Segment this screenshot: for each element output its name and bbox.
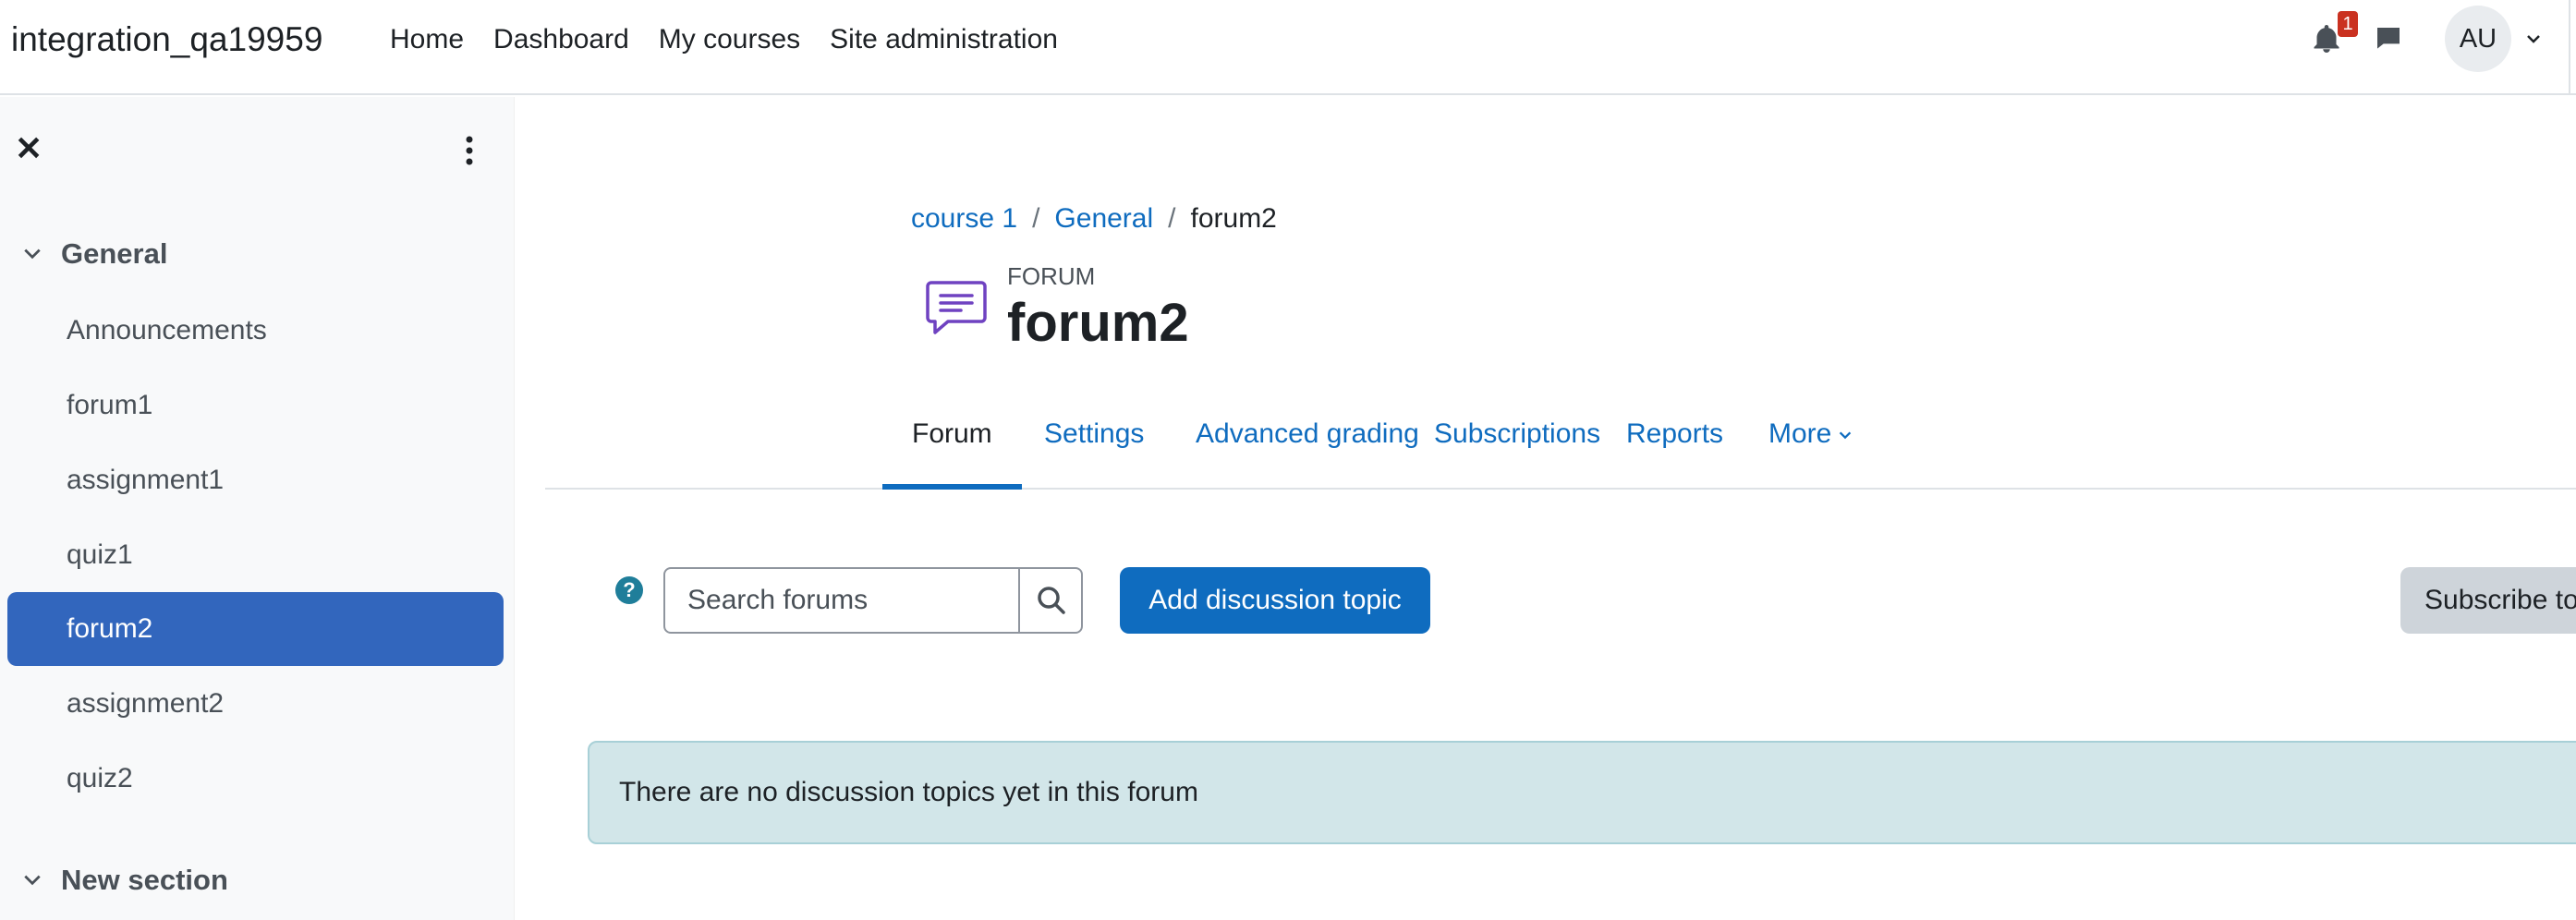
section-title: New section: [61, 864, 228, 896]
breadcrumb-section[interactable]: General: [1054, 203, 1153, 235]
section-general[interactable]: General: [22, 237, 167, 271]
drawer-item-assignment2[interactable]: assignment2: [7, 667, 504, 741]
site-name[interactable]: integration_qa19959: [11, 20, 322, 59]
drawer-item-announcements[interactable]: Announcements: [7, 294, 504, 368]
chevron-down-icon[interactable]: [2524, 30, 2543, 48]
search-icon: [1038, 587, 1065, 614]
subscribe-button[interactable]: Subscribe to forum: [2400, 567, 2576, 634]
kebab-menu-icon[interactable]: [462, 134, 477, 167]
search-forums-input[interactable]: [665, 569, 1018, 632]
breadcrumb-current: forum2: [1190, 203, 1277, 234]
add-discussion-topic-button[interactable]: Add discussion topic: [1120, 567, 1430, 634]
nav-site-administration[interactable]: Site administration: [830, 24, 1058, 55]
chevron-down-icon[interactable]: [22, 870, 43, 890]
user-avatar[interactable]: AU: [2445, 6, 2511, 72]
drawer-item-assignment1[interactable]: assignment1: [7, 443, 504, 517]
tab-settings[interactable]: Settings: [1015, 397, 1173, 490]
search-button[interactable]: [1018, 569, 1081, 632]
primary-navigation: Home Dashboard My courses Site administr…: [390, 24, 1088, 55]
search-forums-group: [663, 567, 1083, 634]
help-icon[interactable]: ?: [615, 576, 643, 604]
drawer-item-quiz1[interactable]: quiz1: [7, 518, 504, 592]
drawer-item-forum1[interactable]: forum1: [7, 369, 504, 442]
tab-more-label: More: [1768, 418, 1832, 449]
chevron-down-icon: [1840, 431, 1852, 440]
forum-icon: [926, 281, 987, 334]
top-navbar: integration_qa19959 Home Dashboard My co…: [0, 0, 2576, 95]
drawer-item-quiz2[interactable]: quiz2: [7, 742, 504, 816]
tab-forum[interactable]: Forum: [882, 397, 1022, 490]
messages-icon[interactable]: [2373, 24, 2404, 54]
breadcrumb-course[interactable]: course 1: [911, 203, 1017, 235]
section-new-section[interactable]: New section: [22, 864, 228, 897]
tab-more[interactable]: More: [1739, 397, 1883, 490]
nav-dashboard[interactable]: Dashboard: [493, 24, 629, 55]
course-index-drawer: ✕ General Announcements forum1 assignmen…: [0, 97, 515, 920]
divider: [2569, 0, 2570, 95]
nav-home[interactable]: Home: [390, 24, 464, 55]
breadcrumb-separator: /: [1168, 203, 1176, 234]
breadcrumb: course 1 / General / forum2: [911, 203, 1277, 235]
chevron-down-icon[interactable]: [22, 244, 43, 264]
section-title: General: [61, 237, 168, 270]
drawer-item-forum2[interactable]: forum2: [7, 592, 504, 666]
page-title: forum2: [1007, 293, 1189, 353]
close-icon[interactable]: ✕: [15, 132, 43, 165]
breadcrumb-separator: /: [1032, 203, 1040, 234]
no-discussions-notice: There are no discussion topics yet in th…: [588, 741, 2576, 844]
nav-my-courses[interactable]: My courses: [659, 24, 800, 55]
activity-type-label: FORUM: [1007, 262, 1096, 290]
notification-count-badge: 1: [2338, 11, 2358, 37]
secondary-navigation: Forum Settings Advanced grading Subscrip…: [545, 397, 2576, 490]
tab-reports[interactable]: Reports: [1597, 397, 1753, 490]
